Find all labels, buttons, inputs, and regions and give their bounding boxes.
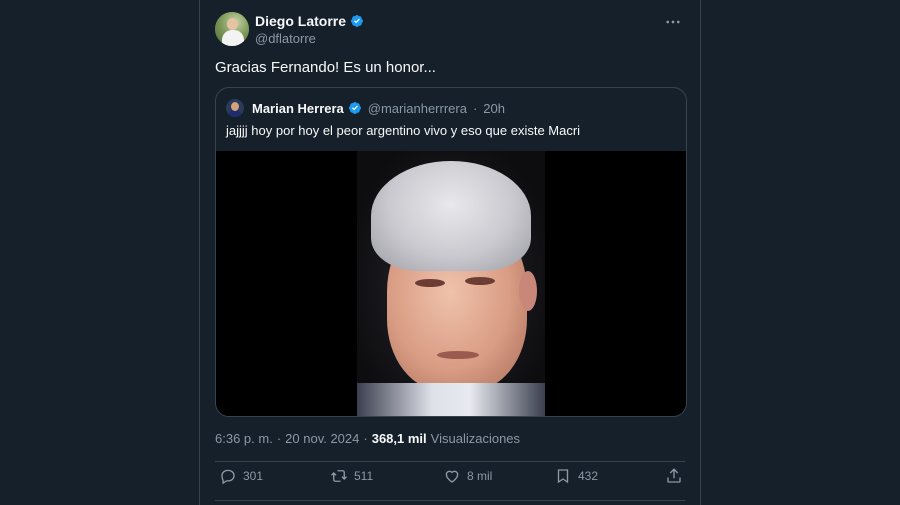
dot-separator: · bbox=[276, 431, 282, 446]
retweet-count: 511 bbox=[354, 469, 374, 483]
bookmark-icon bbox=[557, 469, 569, 484]
quoted-header: Marian Herrera @marianherrrera · 20h bbox=[226, 99, 505, 117]
verified-badge-icon bbox=[348, 101, 361, 115]
timeline-column: Diego Latorre @dflatorre Gracias Fernand… bbox=[199, 0, 701, 505]
dot-separator: · bbox=[363, 431, 368, 446]
retweet-icon bbox=[331, 470, 347, 482]
video-frame bbox=[357, 151, 545, 416]
share-button[interactable] bbox=[665, 467, 683, 485]
quoted-video[interactable] bbox=[216, 151, 686, 416]
tweet-meta: 6:36 p. m. · 20 nov. 2024 · 368,1 mil Vi… bbox=[215, 431, 520, 446]
reply-button[interactable]: 301 bbox=[219, 467, 263, 485]
quoted-time: 20h bbox=[483, 100, 505, 116]
heart-icon bbox=[445, 470, 459, 483]
views-count: 368,1 mil bbox=[371, 431, 427, 446]
like-button[interactable]: 8 mil bbox=[443, 467, 492, 485]
reply-icon bbox=[221, 469, 235, 485]
quoted-text: jajjjj hoy por hoy el peor argentino viv… bbox=[226, 123, 581, 138]
author-handle[interactable]: @dflatorre bbox=[255, 31, 316, 46]
verified-badge-icon bbox=[350, 14, 363, 28]
quoted-author-handle: @marianherrrera bbox=[367, 100, 467, 116]
dot-separator: · bbox=[472, 100, 478, 116]
share-icon bbox=[667, 468, 681, 483]
reply-count: 301 bbox=[243, 469, 264, 483]
quoted-author-avatar bbox=[226, 99, 244, 117]
views-label: Visualizaciones bbox=[430, 431, 521, 446]
author-name[interactable]: Diego Latorre bbox=[255, 13, 346, 29]
author-name-row: Diego Latorre bbox=[255, 13, 364, 29]
tweet-text: Gracias Fernando! Es un honor... bbox=[215, 59, 436, 76]
author-avatar[interactable] bbox=[215, 12, 249, 46]
action-bar: 301 511 8 mil 432 bbox=[215, 467, 685, 493]
tweet: Diego Latorre @dflatorre Gracias Fernand… bbox=[215, 0, 687, 505]
quoted-author-name: Marian Herrera bbox=[252, 100, 344, 116]
bookmark-button[interactable]: 432 bbox=[554, 467, 598, 485]
more-horizontal-icon[interactable] bbox=[661, 12, 685, 32]
bookmark-count: 432 bbox=[578, 469, 599, 483]
quoted-tweet[interactable]: Marian Herrera @marianherrrera · 20h jaj… bbox=[215, 87, 687, 417]
divider bbox=[215, 461, 685, 462]
divider bbox=[215, 500, 685, 501]
tweet-time[interactable]: 6:36 p. m. bbox=[215, 431, 273, 446]
tweet-header: Diego Latorre @dflatorre bbox=[215, 12, 685, 52]
tweet-date[interactable]: 20 nov. 2024 bbox=[285, 431, 359, 446]
retweet-button[interactable]: 511 bbox=[330, 467, 373, 485]
like-count: 8 mil bbox=[467, 469, 493, 483]
